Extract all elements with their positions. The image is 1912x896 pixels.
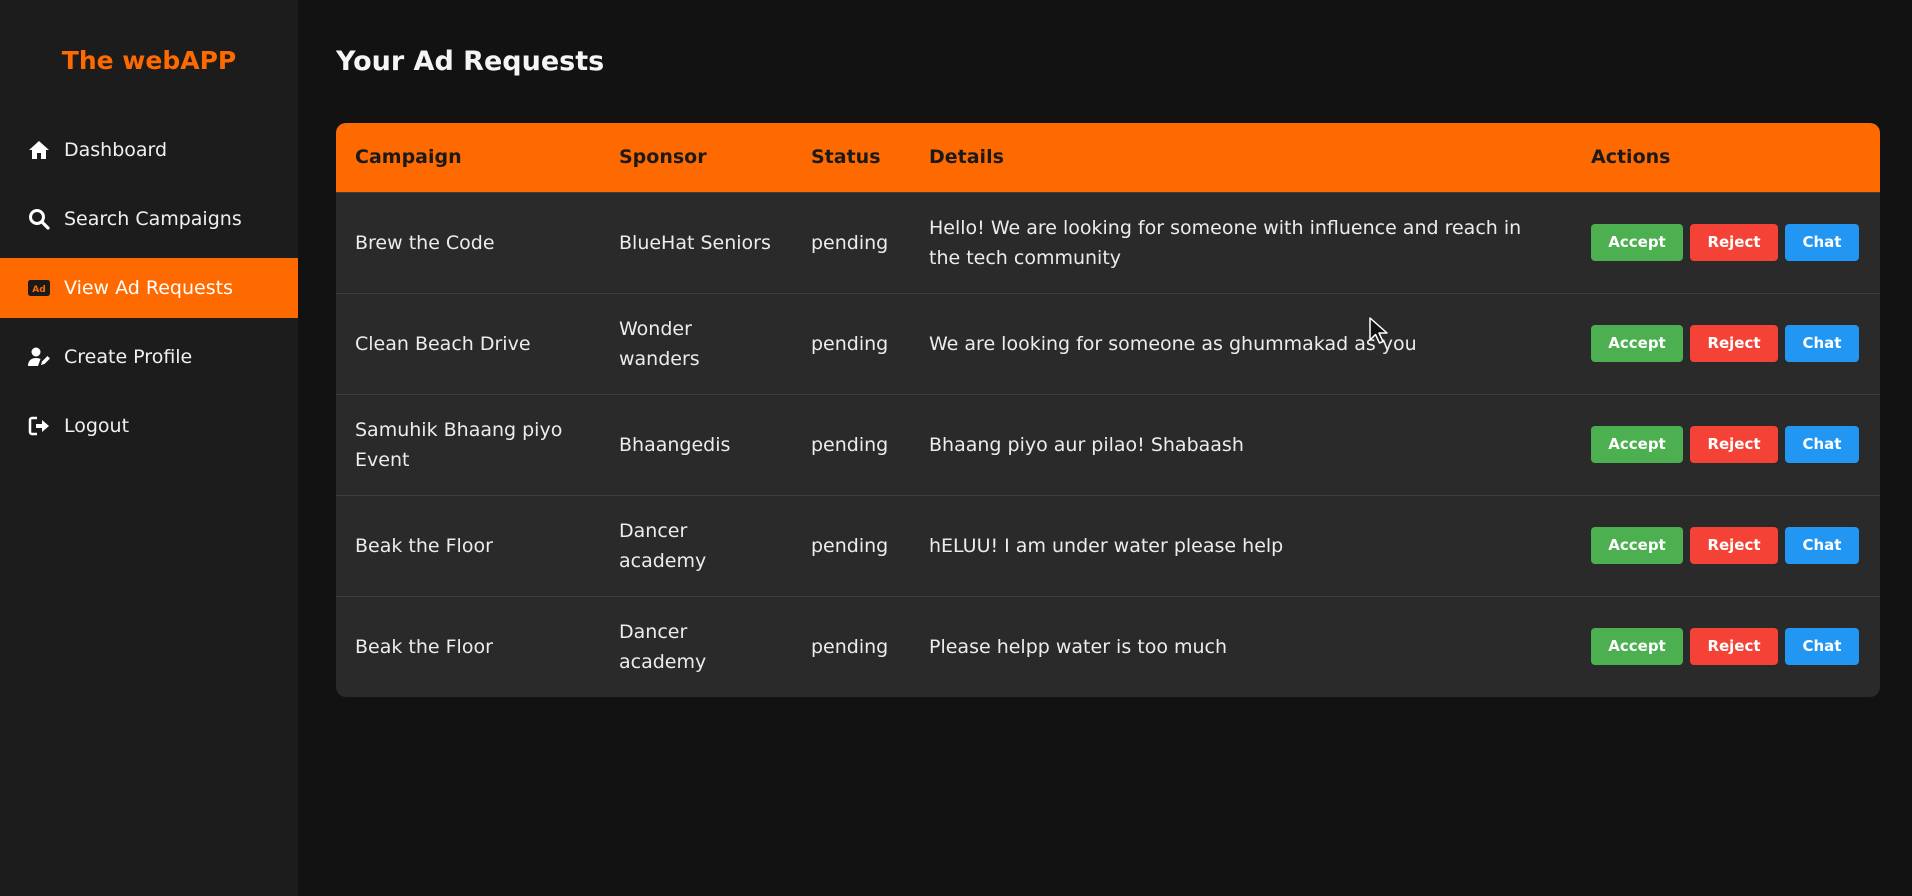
reject-button[interactable]: Reject: [1690, 325, 1778, 362]
sidebar-item-search-campaigns[interactable]: Search Campaigns: [0, 189, 298, 249]
campaign-cell: Beak the Floor: [355, 534, 493, 557]
sidebar-item-label: Create Profile: [64, 346, 193, 368]
sponsor-cell: BlueHat Seniors: [619, 231, 771, 254]
details-cell: Hello! We are looking for someone with i…: [929, 216, 1522, 269]
column-header-details: Details: [929, 146, 1004, 169]
page-title: Your Ad Requests: [336, 46, 605, 77]
sponsor-cell: Dancer academy: [619, 519, 707, 572]
logout-icon: [26, 413, 52, 439]
sidebar-item-label: Search Campaigns: [64, 208, 242, 230]
table-row: Clean Beach Drive Wonder wanders pending…: [336, 293, 1880, 394]
accept-button[interactable]: Accept: [1591, 426, 1683, 463]
actions-cell: Accept Reject Chat: [1572, 495, 1880, 596]
status-cell: pending: [811, 534, 889, 557]
actions-cell: Accept Reject Chat: [1572, 596, 1880, 697]
sidebar: The webAPP Dashboard Search Campaigns Ad…: [0, 0, 298, 896]
accept-button[interactable]: Accept: [1591, 325, 1683, 362]
status-cell: pending: [811, 433, 889, 456]
home-icon: [26, 137, 52, 163]
reject-button[interactable]: Reject: [1690, 527, 1778, 564]
accept-button[interactable]: Accept: [1591, 224, 1683, 261]
chat-button[interactable]: Chat: [1785, 527, 1859, 564]
campaign-cell: Beak the Floor: [355, 635, 493, 658]
app-root: The webAPP Dashboard Search Campaigns Ad…: [0, 0, 1912, 896]
details-cell: Please helpp water is too much: [929, 635, 1228, 658]
sidebar-item-label: Logout: [64, 415, 130, 437]
column-header-sponsor: Sponsor: [619, 146, 707, 169]
actions-cell: Accept Reject Chat: [1572, 192, 1880, 293]
campaign-cell: Clean Beach Drive: [355, 332, 531, 355]
column-header-status: Status: [811, 146, 881, 169]
chat-button[interactable]: Chat: [1785, 628, 1859, 666]
brand-logo[interactable]: The webAPP: [0, 0, 298, 120]
sidebar-item-label: Dashboard: [64, 139, 168, 161]
table-row: Brew the Code BlueHat Seniors pending He…: [336, 192, 1880, 293]
sponsor-cell: Wonder wanders: [619, 317, 700, 370]
reject-button[interactable]: Reject: [1690, 224, 1778, 261]
chat-button[interactable]: Chat: [1785, 426, 1859, 463]
actions-cell: Accept Reject Chat: [1572, 293, 1880, 394]
table-header-row: Campaign Sponsor Status Details Actions: [336, 123, 1880, 192]
table-row: Samuhik Bhaang piyo Event Bhaangedis pen…: [336, 394, 1880, 495]
sidebar-item-label: View Ad Requests: [64, 277, 233, 299]
details-cell: hELUU! I am under water please help: [929, 534, 1284, 557]
search-icon: [26, 206, 52, 232]
details-cell: Bhaang piyo aur pilao! Shabaash: [929, 433, 1244, 456]
sidebar-item-dashboard[interactable]: Dashboard: [0, 120, 298, 180]
column-header-campaign: Campaign: [355, 146, 462, 169]
accept-button[interactable]: Accept: [1591, 628, 1683, 666]
table-row: Beak the Floor Dancer academy pending Pl…: [336, 596, 1880, 697]
sponsor-cell: Bhaangedis: [619, 433, 731, 456]
chat-button[interactable]: Chat: [1785, 325, 1859, 362]
status-cell: pending: [811, 332, 889, 355]
user-edit-icon: [26, 344, 52, 370]
details-cell: We are looking for someone as ghummakad …: [929, 332, 1417, 355]
sponsor-cell: Dancer academy: [619, 620, 707, 673]
chat-button[interactable]: Chat: [1785, 224, 1859, 261]
status-cell: pending: [811, 231, 889, 254]
main-content: Your Ad Requests Campaign Sponsor Status…: [298, 0, 1912, 896]
campaign-cell: Samuhik Bhaang piyo Event: [355, 418, 563, 471]
column-header-actions: Actions: [1591, 146, 1671, 169]
sidebar-item-create-profile[interactable]: Create Profile: [0, 327, 298, 387]
mouse-cursor-icon: [1369, 317, 1388, 344]
ad-icon: Ad: [26, 275, 52, 301]
sidebar-item-view-ad-requests[interactable]: Ad View Ad Requests: [0, 258, 298, 318]
status-cell: pending: [811, 635, 889, 658]
reject-button[interactable]: Reject: [1690, 628, 1778, 666]
accept-button[interactable]: Accept: [1591, 527, 1683, 564]
actions-cell: Accept Reject Chat: [1572, 394, 1880, 495]
reject-button[interactable]: Reject: [1690, 426, 1778, 463]
sidebar-item-logout[interactable]: Logout: [0, 396, 298, 456]
table-row: Beak the Floor Dancer academy pending hE…: [336, 495, 1880, 596]
ad-requests-table: Campaign Sponsor Status Details Actions …: [336, 123, 1880, 697]
svg-text:Ad: Ad: [32, 285, 45, 295]
campaign-cell: Brew the Code: [355, 231, 495, 254]
